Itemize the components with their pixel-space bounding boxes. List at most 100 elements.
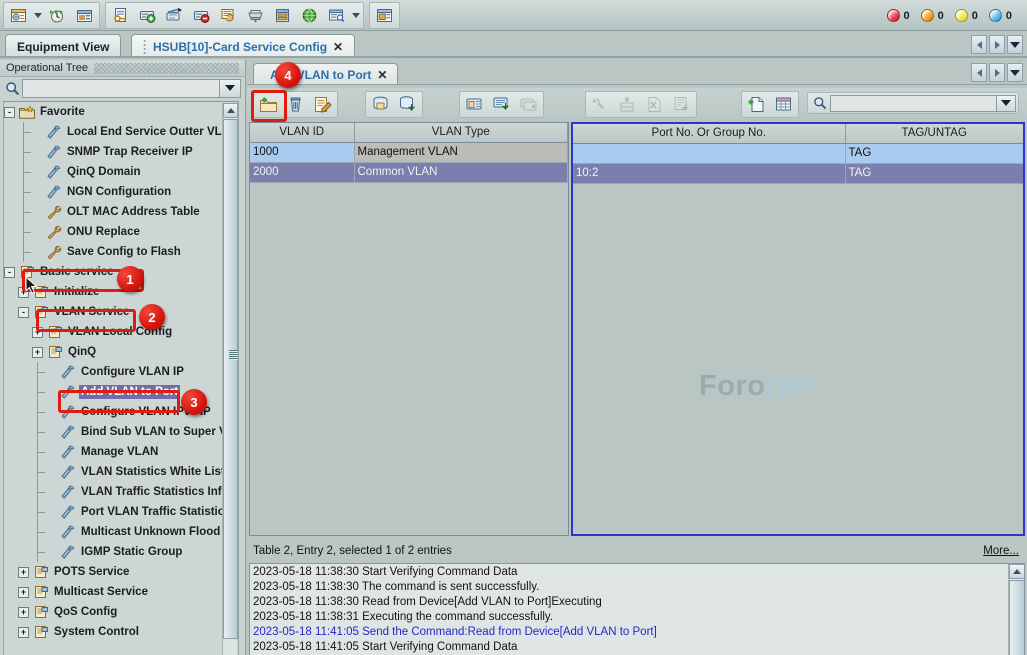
tree-node-vlan-service[interactable]: -VLAN Service bbox=[4, 302, 222, 322]
tree-twisty-expand-icon[interactable]: + bbox=[18, 607, 29, 618]
next-tab-button[interactable] bbox=[989, 35, 1005, 54]
tree-node-multicast-service[interactable]: +Multicast Service bbox=[4, 582, 222, 602]
report-window-icon[interactable] bbox=[72, 4, 97, 27]
device-add-icon[interactable] bbox=[135, 4, 160, 27]
window-panel-icon[interactable] bbox=[372, 4, 397, 27]
tree-node-onu-replace[interactable]: ONU Replace bbox=[4, 222, 222, 242]
content-search-input[interactable] bbox=[831, 96, 996, 111]
tree-node-qinq[interactable]: +QinQ bbox=[4, 342, 222, 362]
delete-record-button[interactable] bbox=[283, 93, 308, 116]
history-clock-icon[interactable] bbox=[45, 4, 70, 27]
log-vertical-scrollbar[interactable] bbox=[1008, 564, 1024, 655]
tree-node-configure-vlan-ip[interactable]: Configure VLAN IP bbox=[4, 362, 222, 382]
more-link[interactable]: More... bbox=[983, 545, 1019, 557]
tree-node-vlan-statistics-white-list[interactable]: VLAN Statistics White List bbox=[4, 462, 222, 482]
insert-row-button[interactable] bbox=[615, 93, 640, 116]
write-to-device-button[interactable] bbox=[395, 93, 420, 116]
tree-scroll-up-button[interactable] bbox=[223, 103, 238, 118]
cell-vlan-id[interactable]: 1000 bbox=[250, 142, 354, 162]
tree-node-initialize[interactable]: +Initialize bbox=[4, 282, 222, 302]
content-tab-list-dropdown-button[interactable] bbox=[1007, 63, 1023, 82]
tree-twisty-expand-icon[interactable]: + bbox=[18, 287, 29, 298]
tree-twisty-expand-icon[interactable]: + bbox=[18, 587, 29, 598]
tree-twisty-expand-icon[interactable]: + bbox=[18, 567, 29, 578]
device-discover-icon[interactable] bbox=[162, 4, 187, 27]
cell-vlan-type[interactable]: Common VLAN bbox=[354, 162, 568, 182]
tree-node-local-end-service-outter-vlan[interactable]: Local End Service Outter VLAN bbox=[4, 122, 222, 142]
tree-node-manage-vlan[interactable]: Manage VLAN bbox=[4, 442, 222, 462]
tree-node-vlan-local-config[interactable]: +VLAN Local Config bbox=[4, 322, 222, 342]
tree-node-qos-config[interactable]: +QoS Config bbox=[4, 602, 222, 622]
tree-node-basic-service[interactable]: -Basic service bbox=[4, 262, 222, 282]
tree-search-input[interactable] bbox=[23, 80, 219, 97]
tree-node-list[interactable]: -FavoriteLocal End Service Outter VLANSN… bbox=[4, 102, 222, 655]
column-port-or-group-no[interactable]: Port No. Or Group No. bbox=[573, 124, 845, 143]
previous-tab-button[interactable] bbox=[971, 35, 987, 54]
tree-node-multicast-unknown-flood[interactable]: Multicast Unknown Flood bbox=[4, 522, 222, 542]
read-all-button[interactable] bbox=[462, 93, 487, 116]
tab-close-icon[interactable]: ✕ bbox=[333, 40, 343, 54]
cell-tag-untag[interactable]: TAG bbox=[845, 163, 1023, 183]
content-previous-tab-button[interactable] bbox=[971, 63, 987, 82]
globe-icon[interactable] bbox=[297, 4, 322, 27]
content-search-dropdown-icon[interactable] bbox=[996, 96, 1015, 111]
content-next-tab-button[interactable] bbox=[989, 63, 1005, 82]
tab-list-dropdown-button[interactable] bbox=[1007, 35, 1023, 54]
report-edit-icon[interactable] bbox=[324, 4, 349, 27]
tree-twisty-collapse-icon[interactable]: - bbox=[4, 107, 15, 118]
read-from-device-button[interactable] bbox=[368, 93, 393, 116]
cell-port-or-group-no[interactable]: 10:2 bbox=[573, 163, 845, 183]
authorization-key-icon[interactable] bbox=[108, 4, 133, 27]
table-row[interactable]: 1000 Management VLAN bbox=[250, 142, 568, 162]
report-edit-dropdown-arrow[interactable] bbox=[350, 4, 362, 27]
tree-node-olt-mac-address-table[interactable]: OLT MAC Address Table bbox=[4, 202, 222, 222]
add-record-button[interactable] bbox=[256, 93, 281, 116]
export-excel-button[interactable] bbox=[642, 93, 667, 116]
column-vlan-id[interactable]: VLAN ID bbox=[250, 123, 354, 142]
cell-tag-untag[interactable]: TAG bbox=[845, 143, 1023, 163]
table-row[interactable]: 10:2 TAG bbox=[573, 163, 1023, 183]
grid-view-button[interactable] bbox=[771, 93, 796, 116]
tree-twisty-expand-icon[interactable]: + bbox=[18, 627, 29, 638]
table-row[interactable]: 2000 Common VLAN bbox=[250, 162, 568, 182]
table-row[interactable]: TAG bbox=[573, 143, 1023, 163]
cell-vlan-type[interactable]: Management VLAN bbox=[354, 142, 568, 162]
cancel-all-button[interactable] bbox=[516, 93, 541, 116]
tab-equipment-view[interactable]: Equipment View bbox=[5, 34, 121, 58]
vlan-list-table[interactable]: VLAN ID VLAN Type 1000 Management VLAN 2… bbox=[249, 122, 569, 536]
tree-twisty-expand-icon[interactable]: + bbox=[32, 347, 43, 358]
alarm-hand-icon[interactable] bbox=[216, 4, 241, 27]
topology-view-icon[interactable] bbox=[6, 4, 31, 27]
cell-port-or-group-no[interactable] bbox=[573, 143, 845, 163]
edit-record-button[interactable] bbox=[310, 93, 335, 116]
log-panel[interactable]: 2023-05-18 11:38:30 Start Verifying Comm… bbox=[249, 563, 1025, 655]
panel-splitter[interactable] bbox=[229, 350, 239, 410]
cell-vlan-id[interactable]: 2000 bbox=[250, 162, 354, 182]
column-tag-untag[interactable]: TAG/UNTAG bbox=[845, 124, 1023, 143]
tree-search-box[interactable] bbox=[22, 79, 241, 98]
content-search-field[interactable] bbox=[830, 95, 1016, 112]
content-search-icon[interactable] bbox=[810, 94, 830, 112]
report-export-button[interactable] bbox=[669, 93, 694, 116]
tree-twisty-collapse-icon[interactable]: - bbox=[18, 307, 29, 318]
tree-node-configure-vlan-ipv6-ip[interactable]: Configure VLAN IPv6 IP bbox=[4, 402, 222, 422]
tree-node-bind-sub-vlan-to-super-vl[interactable]: Bind Sub VLAN to Super VL bbox=[4, 422, 222, 442]
tree-node-ngn-configuration[interactable]: NGN Configuration bbox=[4, 182, 222, 202]
tree-node-save-config-to-flash[interactable]: Save Config to Flash bbox=[4, 242, 222, 262]
log-scroll-up-button[interactable] bbox=[1009, 564, 1025, 579]
content-tab-close-icon[interactable]: ✕ bbox=[377, 68, 387, 82]
port-tag-table[interactable]: Port No. Or Group No. TAG/UNTAG TAG 10:2… bbox=[571, 122, 1025, 536]
tab-card-service-config[interactable]: HSUB[10]-Card Service Config ✕ bbox=[131, 34, 355, 58]
tree-node-vlan-traffic-statistics-info[interactable]: VLAN Traffic Statistics Info bbox=[4, 482, 222, 502]
tree-twisty-expand-icon[interactable]: + bbox=[32, 327, 43, 338]
rack-icon[interactable] bbox=[270, 4, 295, 27]
tab-add-vlan-to-port[interactable]: Add VLAN to Port ✕ bbox=[253, 63, 398, 85]
tree-node-qinq-domain[interactable]: QinQ Domain bbox=[4, 162, 222, 182]
device-remove-icon[interactable] bbox=[189, 4, 214, 27]
topology-view-dropdown-arrow[interactable] bbox=[32, 4, 44, 27]
tree-twisty-collapse-icon[interactable]: - bbox=[4, 267, 15, 278]
tree-node-igmp-static-group[interactable]: IGMP Static Group bbox=[4, 542, 222, 562]
tree-search-dropdown-icon[interactable] bbox=[219, 80, 240, 97]
server-icon[interactable] bbox=[243, 4, 268, 27]
select-pointer-button[interactable] bbox=[588, 93, 613, 116]
